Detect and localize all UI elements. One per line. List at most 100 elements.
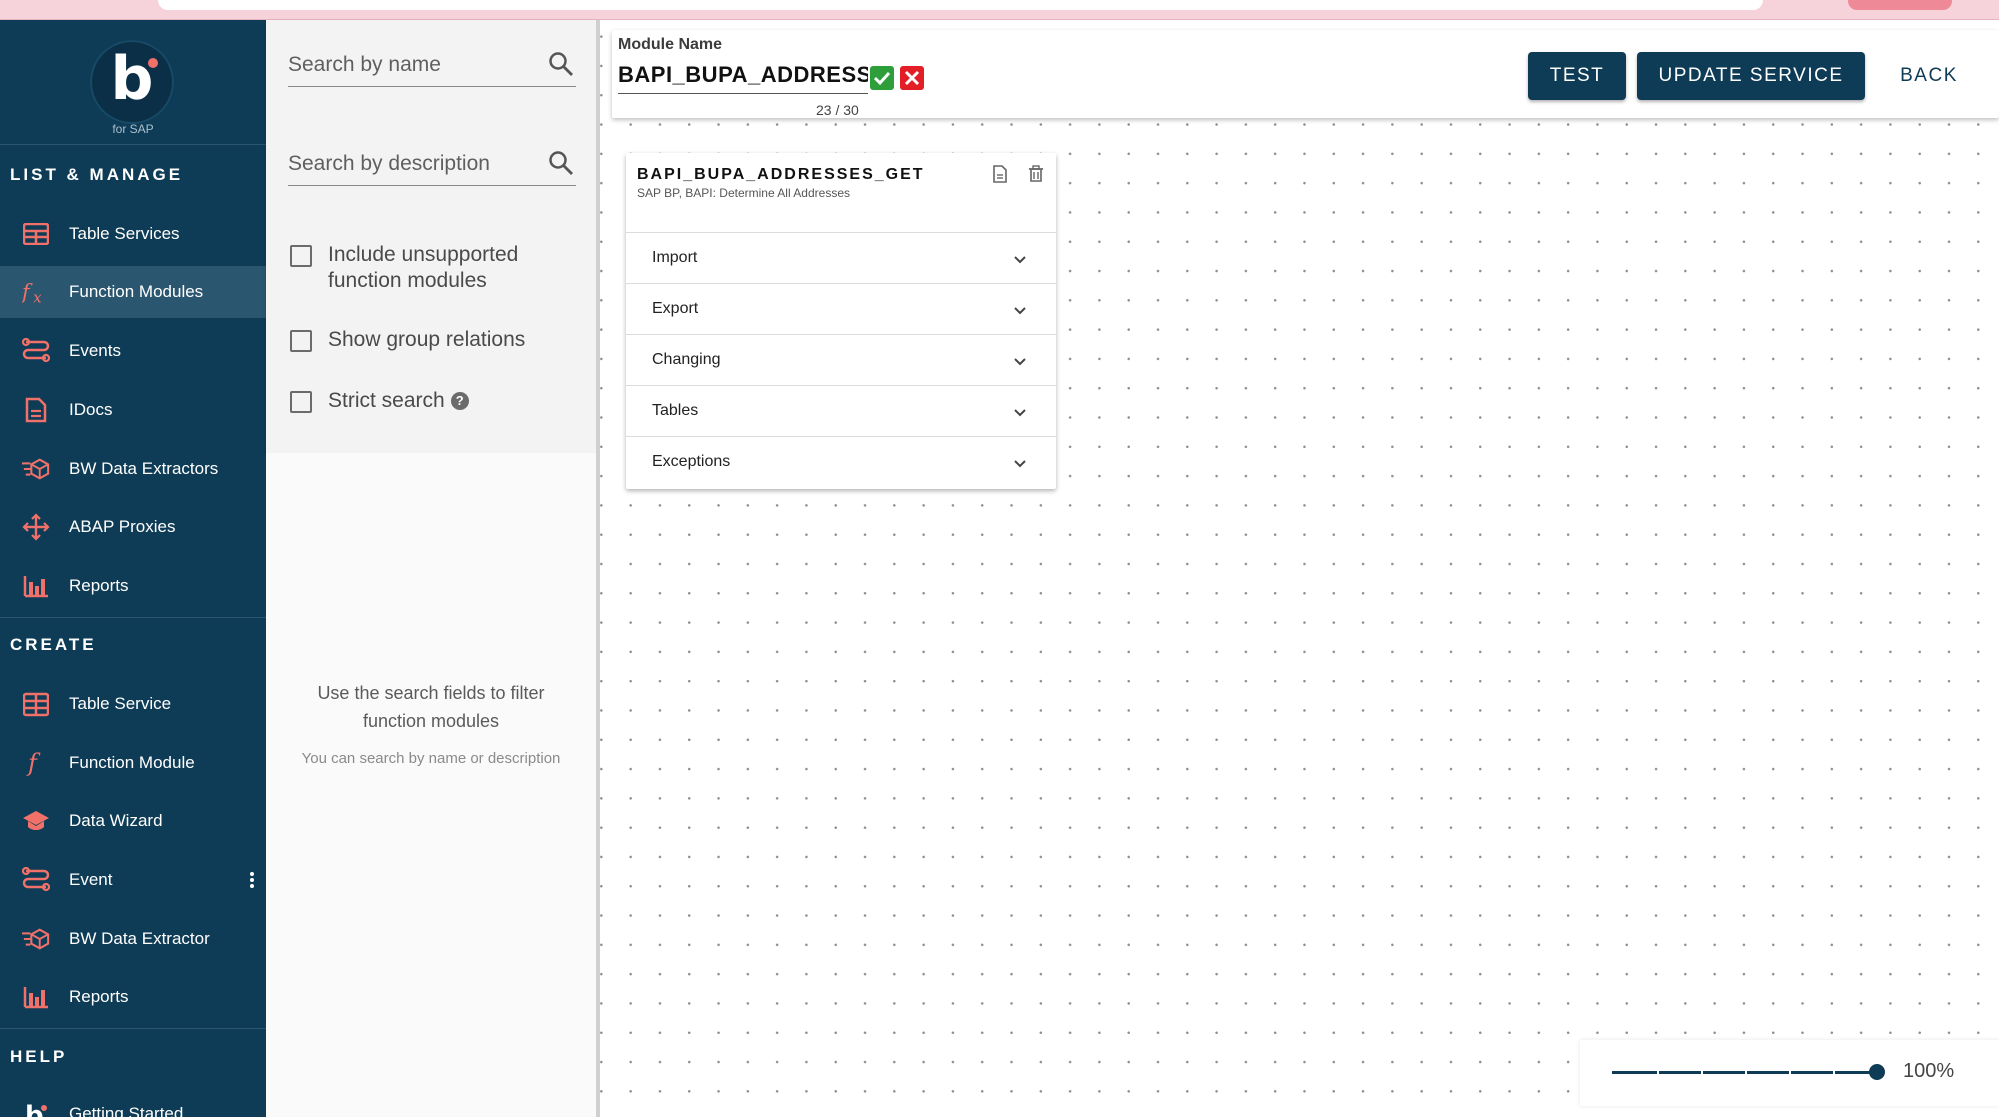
sidebar-item-label: BW Data Extractors [69, 459, 219, 478]
sidebar-item-label: ABAP Proxies [69, 517, 176, 536]
empty-state-hint: You can search by name or description [301, 750, 561, 767]
section-changing[interactable]: Changing [626, 334, 1056, 385]
section-list-manage: LIST & MANAGE [10, 165, 184, 184]
top-search-pill[interactable] [158, 0, 1763, 10]
confirm-check-icon[interactable] [870, 66, 894, 90]
section-label: Import [652, 249, 698, 266]
logo-dot [148, 58, 158, 68]
module-name-input[interactable]: BAPI_BUPA_ADDRESSES_GET [618, 58, 868, 94]
sidebar-item-label: Data Wizard [69, 811, 163, 830]
svg-text:b: b [25, 1101, 44, 1117]
sidebar-item-label: Reports [69, 576, 129, 595]
sidebar-item-abap-proxies[interactable]: ABAP Proxies [0, 501, 266, 553]
sidebar-item-label: Table Services [69, 224, 180, 243]
sidebar-item-table-services[interactable]: Table Services [0, 208, 266, 260]
strict-search-row[interactable]: Strict search? [290, 388, 548, 414]
sidebar-item-bw-data-extractors[interactable]: BW Data Extractors [0, 443, 266, 495]
sidebar-item-label: Function Module [69, 753, 195, 772]
more-vert-icon[interactable] [250, 872, 254, 888]
search-description-input[interactable] [288, 146, 538, 182]
sidebar-item-data-wizard[interactable]: Data Wizard [0, 795, 266, 847]
include-unsupported-row[interactable]: Include unsupported function modules [290, 242, 548, 294]
strict-search-label-wrap: Strict search? [328, 388, 548, 414]
section-help: HELP [10, 1047, 68, 1066]
events-icon [22, 866, 50, 894]
sidebar-item-label: Function Modules [69, 282, 204, 301]
test-button[interactable]: TEST [1528, 52, 1626, 100]
svg-text:f: f [22, 280, 33, 304]
module-name-label: Module Name [618, 36, 723, 53]
sidebar-item-events[interactable]: Events [0, 325, 266, 377]
sidebar-item-label: BW Data Extractor [69, 929, 210, 948]
sidebar-item-create-function-module[interactable]: f Function Module [0, 737, 266, 789]
section-label: Tables [652, 402, 699, 419]
section-export[interactable]: Export [626, 283, 1056, 334]
sidebar-item-create-event[interactable]: Event [0, 854, 266, 906]
sidebar-item-reports[interactable]: Reports [0, 560, 266, 612]
include-unsupported-checkbox[interactable] [290, 245, 312, 267]
bar-chart-icon [22, 983, 50, 1011]
sidebar-item-idocs[interactable]: IDocs [0, 384, 266, 436]
zoom-tick [1833, 1071, 1835, 1074]
sidebar-item-getting-started[interactable]: b Getting Started [0, 1088, 266, 1117]
bar-chart-icon [22, 572, 50, 600]
cube-extract-icon [22, 455, 50, 483]
sidebar-item-label: IDocs [69, 400, 113, 419]
help-icon[interactable]: ? [450, 392, 469, 411]
show-group-relations-checkbox[interactable] [290, 330, 312, 352]
trash-icon[interactable] [1028, 165, 1044, 183]
search-icon[interactable] [548, 150, 574, 176]
table-icon [22, 220, 50, 248]
show-group-relations-row[interactable]: Show group relations [290, 327, 548, 353]
chevron-down-icon [1012, 251, 1028, 267]
zoom-slider-thumb[interactable] [1869, 1064, 1885, 1080]
strict-search-checkbox[interactable] [290, 391, 312, 413]
search-name-input[interactable] [288, 47, 538, 83]
sidebar-divider [0, 1028, 266, 1029]
section-label: Changing [652, 351, 721, 368]
search-by-description-field[interactable] [288, 146, 576, 186]
empty-state-message: Use the search fields to filter function… [317, 683, 545, 731]
b-logo-icon: b [22, 1100, 50, 1117]
document-icon [22, 396, 50, 424]
proxy-arrows-icon [22, 513, 50, 541]
cancel-x-icon[interactable] [900, 66, 924, 90]
filter-results-area: Use the search fields to filter function… [266, 453, 596, 1117]
svg-text:f: f [26, 749, 41, 777]
section-exceptions[interactable]: Exceptions [626, 436, 1056, 487]
section-label: Exceptions [652, 453, 731, 470]
function-module-card[interactable]: BAPI_BUPA_ADDRESSES_GET SAP BP, BAPI: De… [626, 153, 1056, 489]
graduation-cap-icon [22, 807, 50, 835]
logo-badge: b [90, 40, 174, 124]
sidebar-item-create-bw-data-extractor[interactable]: BW Data Extractor [0, 913, 266, 965]
search-icon[interactable] [548, 51, 574, 77]
function-f-icon: f [22, 749, 50, 777]
top-user-pill[interactable] [1848, 0, 1952, 10]
document-icon[interactable] [992, 165, 1008, 183]
cube-extract-icon [22, 925, 50, 953]
sidebar-item-create-table-service[interactable]: Table Service [0, 678, 266, 730]
sidebar-item-create-reports[interactable]: Reports [0, 971, 266, 1023]
section-tables[interactable]: Tables [626, 385, 1056, 436]
sidebar-divider [0, 617, 266, 618]
sidebar-item-label: Event [69, 870, 113, 889]
section-label: Export [652, 300, 699, 317]
section-import[interactable]: Import [626, 232, 1056, 283]
function-module-title: BAPI_BUPA_ADDRESSES_GET [637, 166, 925, 183]
zoom-tick [1657, 1071, 1659, 1074]
logo-area[interactable]: b for SAP [0, 20, 266, 145]
chevron-down-icon [1012, 302, 1028, 318]
update-service-button[interactable]: UPDATE SERVICE [1637, 52, 1865, 100]
events-icon [22, 337, 50, 365]
filter-panel: Include unsupported function modules Sho… [266, 20, 596, 453]
chevron-down-icon [1012, 353, 1028, 369]
search-by-name-field[interactable] [288, 47, 576, 87]
sidebar-item-label: Reports [69, 987, 129, 1006]
function-module-description: SAP BP, BAPI: Determine All Addresses [637, 186, 850, 200]
svg-text:x: x [33, 288, 42, 305]
strict-search-label: Strict search [328, 389, 445, 412]
sidebar-item-function-modules[interactable]: fx Function Modules [0, 266, 266, 318]
function-fx-icon: fx [22, 278, 50, 306]
sidebar-item-label: Table Service [69, 694, 172, 713]
back-button[interactable]: BACK [1876, 52, 1982, 100]
